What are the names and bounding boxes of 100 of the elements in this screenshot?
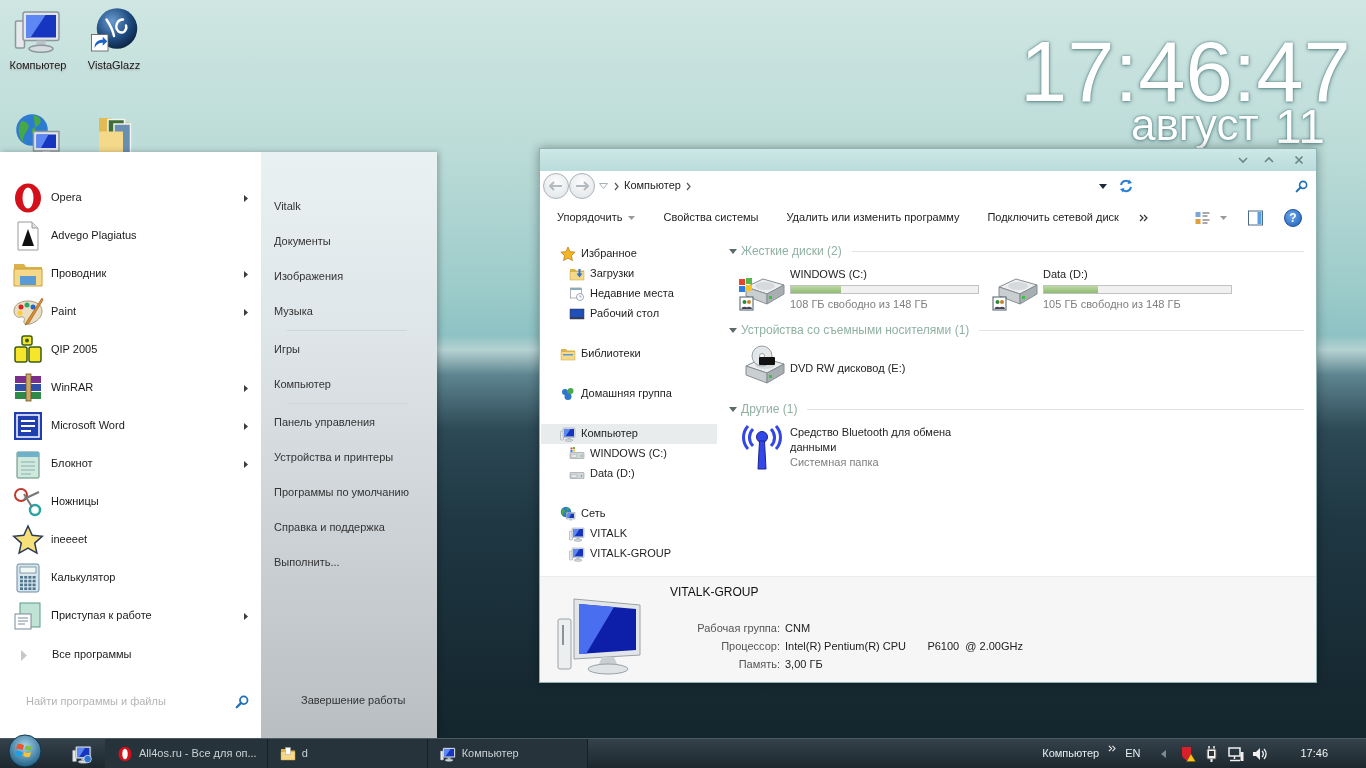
program-item[interactable]: Opera: [12, 182, 82, 214]
nav-item[interactable]: Компьютер: [541, 424, 717, 444]
network-icon[interactable]: [1228, 745, 1245, 762]
shield-warning-icon[interactable]: [1180, 745, 1197, 762]
breadcrumb-item[interactable]: Компьютер: [619, 179, 686, 193]
folder-icon: [569, 266, 585, 282]
toolbar-button[interactable]: Подключить сетевой диск: [979, 207, 1127, 228]
start-menu-link[interactable]: Изображения: [274, 259, 344, 294]
nav-item[interactable]: VITALK: [569, 524, 628, 544]
desktop-shortcut[interactable]: VistaGlazz: [87, 6, 141, 72]
expand-arrow-icon: [21, 649, 27, 661]
program-item[interactable]: ineeeet: [12, 524, 88, 556]
start-menu-link[interactable]: Игры: [274, 332, 300, 367]
palette-icon: [12, 296, 44, 328]
start-menu-link[interactable]: Музыка: [274, 294, 313, 329]
taskbar-button[interactable]: d: [267, 739, 428, 768]
nav-item[interactable]: Загрузки: [569, 264, 635, 284]
detail-value: CNM: [785, 621, 812, 636]
preview-pane-button[interactable]: [1247, 209, 1264, 226]
search-field[interactable]: Найти программы и файлы: [26, 693, 229, 711]
collapse-arrow-icon[interactable]: [729, 248, 737, 254]
submenu-arrow-icon[interactable]: [244, 460, 248, 468]
shutdown-button[interactable]: Завершение работы: [293, 692, 414, 710]
folder-icon: [560, 346, 576, 362]
item-name: WINDOWS (C:): [790, 266, 867, 282]
desktop-shortcut[interactable]: Компьютер: [9, 6, 67, 72]
start-menu-link[interactable]: Панель управления: [274, 405, 376, 440]
blocks-icon: [12, 334, 44, 366]
computer-name: VITALK-GROUP: [670, 585, 760, 599]
submenu-arrow-icon[interactable]: [244, 308, 248, 316]
toolbar-button[interactable]: Свойства системы: [655, 207, 767, 228]
program-item[interactable]: Проводник: [12, 258, 107, 290]
program-item[interactable]: Microsoft Word: [12, 410, 125, 442]
program-item[interactable]: Ножницы: [12, 486, 99, 518]
collapse-arrow-icon[interactable]: [729, 406, 737, 412]
computer-icon: [569, 526, 585, 542]
group-header: Жесткие диски (2): [741, 243, 842, 259]
taskbar-toolbar-label[interactable]: Компьютер: [1042, 746, 1100, 761]
computer-icon[interactable]: [72, 743, 92, 764]
submenu-arrow-icon[interactable]: [244, 422, 248, 430]
nav-item[interactable]: Библиотеки: [560, 344, 641, 364]
submenu-arrow-icon[interactable]: [244, 270, 248, 278]
program-item[interactable]: Paint: [12, 296, 77, 328]
computer-icon: [569, 546, 585, 562]
search-icon: [1295, 179, 1308, 193]
documents-icon: [12, 600, 44, 632]
double-chevron-icon[interactable]: [1138, 213, 1148, 222]
program-item[interactable]: Блокнот: [12, 448, 93, 480]
start-menu-link[interactable]: Vitalk: [274, 189, 301, 224]
program-item[interactable]: QIP 2005: [12, 334, 98, 366]
search-icon[interactable]: [235, 695, 249, 709]
chevron-icon[interactable]: [685, 181, 691, 191]
nav-item[interactable]: Домашняя группа: [560, 384, 672, 404]
start-menu-link[interactable]: Устройства и принтеры: [274, 440, 394, 475]
program-item[interactable]: Приступая к работе: [12, 600, 152, 632]
program-item[interactable]: Advego Plagiatus: [12, 220, 137, 252]
nav-item[interactable]: VITALK-GROUP: [569, 544, 672, 564]
refresh-icon: [1118, 178, 1134, 194]
start-menu-link[interactable]: Документы: [274, 224, 331, 259]
group-header: Устройства со съемными носителями (1): [741, 322, 970, 338]
desktop-icon: [569, 306, 585, 322]
homegroup-icon: [560, 386, 576, 402]
start-menu-link[interactable]: Программы по умолчанию: [274, 475, 409, 510]
taskbar-clock[interactable]: 17:46: [1300, 746, 1328, 761]
star-icon: [12, 524, 44, 556]
dropdown-icon[interactable]: [1099, 183, 1107, 189]
ring-icon: [117, 745, 133, 762]
program-item[interactable]: Калькулятор: [12, 562, 116, 594]
submenu-arrow-icon[interactable]: [244, 612, 248, 620]
submenu-arrow-icon[interactable]: [244, 194, 248, 202]
taskbar-button[interactable]: Компьютер: [427, 739, 588, 768]
nav-item[interactable]: Сеть: [560, 504, 606, 524]
taskbar-button[interactable]: All4os.ru - Все для оп...: [105, 739, 268, 768]
start-menu-link[interactable]: Компьютер: [274, 367, 331, 402]
toolbar-button[interactable]: Удалить или изменить программу: [778, 207, 968, 228]
chevron-icon[interactable]: [614, 181, 619, 191]
nav-item[interactable]: Рабочий стол: [569, 304, 660, 324]
start-menu-link[interactable]: Выполнить...: [274, 545, 340, 580]
back-arrow-icon: [549, 181, 563, 191]
detail-value: 3,00 ГБ: [785, 657, 824, 672]
language-indicator[interactable]: EN: [1125, 746, 1141, 761]
tray-expand-icon[interactable]: [1161, 749, 1167, 758]
refresh-button[interactable]: [1118, 178, 1134, 194]
all-programs-button[interactable]: Все программы: [21, 648, 132, 662]
nav-item[interactable]: Избранное: [560, 244, 637, 264]
submenu-arrow-icon[interactable]: [244, 384, 248, 392]
nav-item[interactable]: WINDOWS (C:): [569, 444, 667, 464]
start-button[interactable]: [8, 734, 42, 768]
free-space-text: 108 ГБ свободно из 148 ГБ: [790, 296, 928, 312]
program-item[interactable]: WinRAR: [12, 372, 94, 404]
ring-icon: [12, 182, 44, 214]
nav-item[interactable]: Недавние места: [569, 284, 674, 304]
search-button[interactable]: [1295, 179, 1308, 193]
network-icon[interactable]: [14, 112, 62, 152]
recent-places-icon: [569, 286, 585, 302]
nav-item[interactable]: Data (D:): [569, 464, 635, 484]
toolbar-button[interactable]: Упорядочить: [549, 207, 644, 228]
list-view-icon: [1194, 209, 1211, 226]
collapse-arrow-icon[interactable]: [729, 327, 737, 333]
start-menu-link[interactable]: Справка и поддержка: [274, 510, 385, 545]
